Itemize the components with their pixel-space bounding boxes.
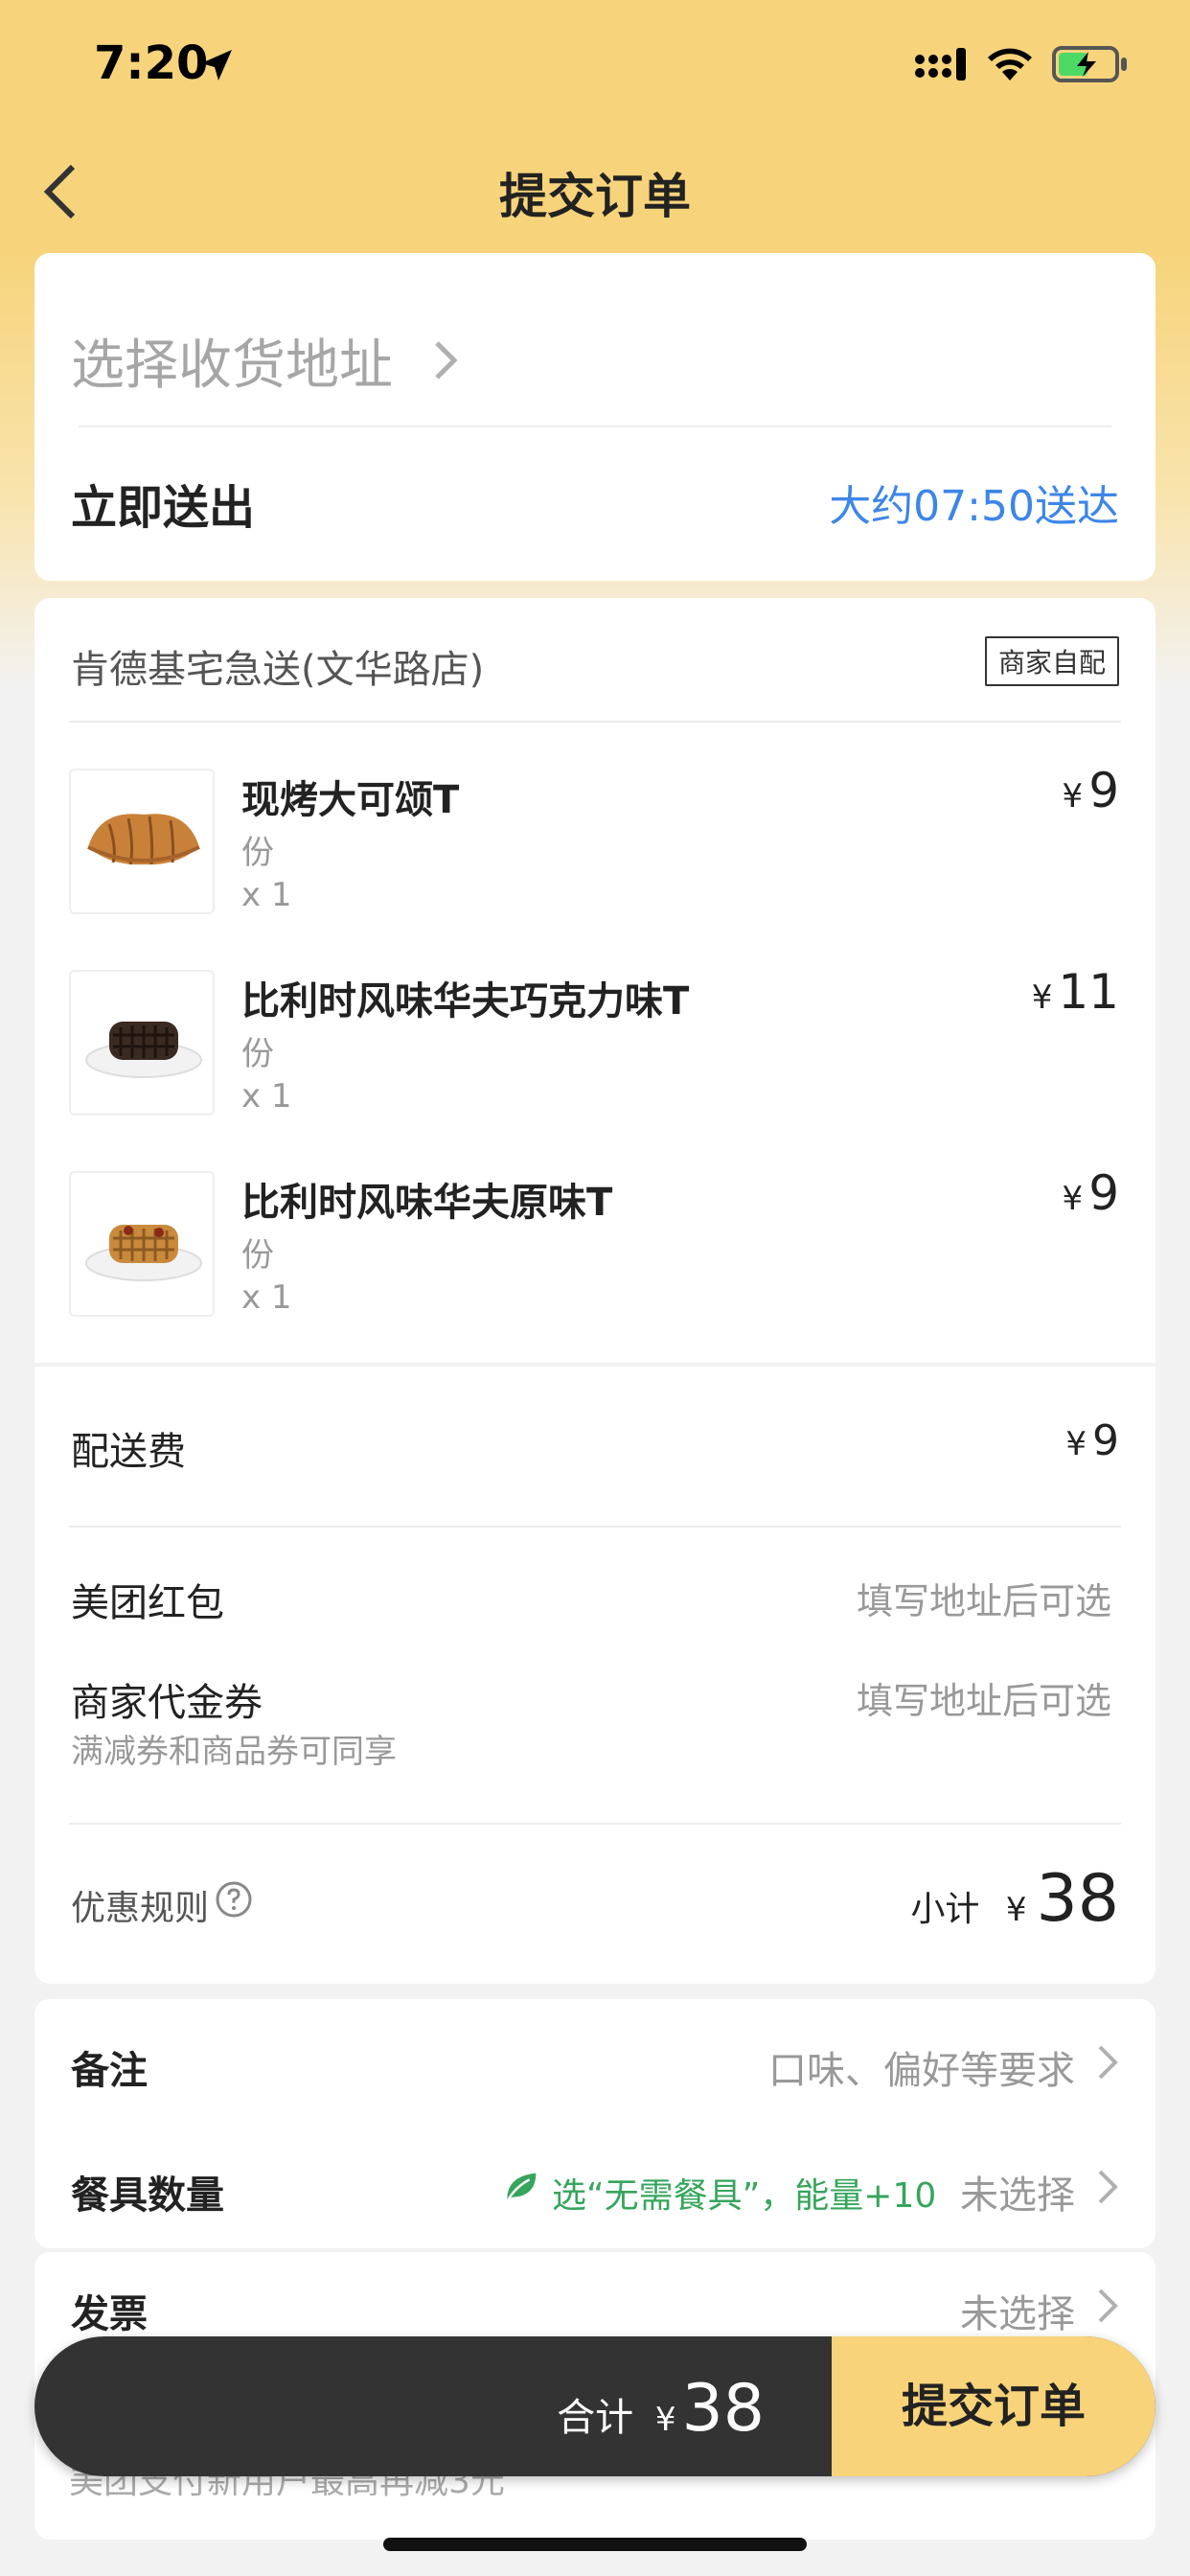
item-unit: 份 (241, 1236, 274, 1275)
chevron-right-icon (1098, 2170, 1118, 2204)
chocolate-waffle-image (69, 970, 215, 1116)
delivery-type-badge: 商家自配 (984, 636, 1119, 686)
checkout-total: 合计 ¥38 (557, 2371, 765, 2447)
order-items-card: 肯德基宅急送(文华路店) 商家自配 现烤大可颂T 份 x 1 ¥9 比利时风味华… (34, 598, 1156, 1984)
currency-symbol: ¥ (1062, 777, 1084, 816)
status-time: 7:20 (94, 36, 209, 90)
discount-rules-link[interactable]: 优惠规则 (71, 1880, 209, 1930)
list-item: 比利时风味华夫原味T 份 x 1 ¥9 (34, 1165, 1156, 1324)
item-price-value: 9 (1088, 1165, 1119, 1221)
submit-order-button[interactable]: 提交订单 (832, 2336, 1156, 2476)
currency-symbol: ¥ (1065, 1425, 1087, 1463)
voucher-value[interactable]: 填写地址后可选 (857, 1671, 1111, 1724)
store-name: 肯德基宅急送(文华路店) (71, 648, 485, 692)
currency-symbol: ¥ (654, 2401, 676, 2439)
order-options-card: 备注 口味、偏好等要求 餐具数量 选“无需餐具”，能量+10 未选择 (34, 1999, 1156, 2248)
item-price: ¥9 (1063, 1165, 1119, 1221)
divider (69, 721, 1121, 723)
address-card: 选择收货地址 立即送出 大约07:50送达 (34, 253, 1156, 581)
list-item: 现烤大可颂T 份 x 1 ¥9 (34, 763, 1156, 922)
item-price-value: 11 (1058, 964, 1119, 1020)
delivery-eta-link[interactable]: 大约07:50送达 (829, 472, 1119, 533)
item-name: 比利时风味华夫巧克力味T (241, 979, 690, 1024)
list-item: 比利时风味华夫巧克力味T 份 x 1 ¥11 (34, 964, 1156, 1123)
total-label: 合计 (557, 2396, 634, 2440)
croissant-image (69, 769, 215, 914)
chevron-right-icon (1098, 2045, 1118, 2080)
checkout-bar: 合计 ¥38 提交订单 (34, 2336, 1156, 2476)
total-amount: 38 (681, 2371, 765, 2447)
item-quantity: x 1 (241, 1077, 292, 1116)
currency-symbol: ¥ (1031, 978, 1053, 1017)
tableware-value[interactable]: 未选择 (960, 2164, 1075, 2220)
item-unit: 份 (241, 834, 274, 872)
item-price: ¥9 (1063, 763, 1119, 818)
red-packet-label: 美团红包 (71, 1581, 224, 1625)
divider (34, 1363, 1156, 1367)
tableware-label: 餐具数量 (71, 2174, 224, 2218)
item-price: ¥11 (1032, 964, 1119, 1020)
delivery-fee-value: ¥9 (1065, 1416, 1119, 1465)
location-arrow-icon (201, 50, 232, 80)
subtotal-label: 小计 (910, 1890, 980, 1929)
home-indicator (383, 2538, 807, 2551)
delivery-fee-label: 配送费 (71, 1430, 186, 1474)
item-unit: 份 (241, 1035, 274, 1073)
currency-symbol: ¥ (1062, 1180, 1084, 1218)
invoice-value[interactable]: 未选择 (960, 2283, 1075, 2338)
wifi-icon (988, 48, 1032, 80)
no-tableware-promo[interactable]: 选“无需餐具”，能量+10 (552, 2168, 936, 2218)
delivery-mode: 立即送出 (71, 481, 256, 535)
divider (79, 426, 1111, 427)
chevron-right-icon (1098, 2288, 1118, 2323)
currency-symbol: ¥ (1005, 1891, 1027, 1929)
subtotal: 小计 ¥38 (910, 1861, 1119, 1937)
page-title: 提交订单 (499, 169, 691, 224)
subtotal-amount: 38 (1036, 1861, 1119, 1937)
help-icon[interactable] (215, 1880, 253, 1919)
red-packet-value[interactable]: 填写地址后可选 (857, 1572, 1111, 1624)
remark-placeholder[interactable]: 口味、偏好等要求 (768, 2039, 1075, 2095)
chevron-right-icon (435, 341, 458, 380)
item-quantity: x 1 (241, 1278, 292, 1317)
cellular-signal-icon (915, 48, 966, 80)
item-name: 现烤大可颂T (241, 778, 460, 822)
battery-charging-icon (1052, 46, 1127, 82)
address-placeholder[interactable]: 选择收货地址 (71, 322, 393, 400)
item-price-value: 9 (1088, 763, 1119, 818)
divider (69, 1526, 1121, 1528)
voucher-subtext: 满减券和商品券可同享 (71, 1733, 397, 1771)
delivery-fee-amount: 9 (1092, 1416, 1119, 1465)
original-waffle-image (69, 1171, 215, 1317)
item-name: 比利时风味华夫原味T (241, 1181, 613, 1225)
divider (69, 1823, 1121, 1825)
remark-label: 备注 (71, 2049, 148, 2093)
invoice-label: 发票 (71, 2292, 148, 2336)
leaf-icon (507, 2173, 537, 2200)
voucher-label: 商家代金券 (71, 1681, 263, 1725)
item-quantity: x 1 (241, 876, 292, 914)
